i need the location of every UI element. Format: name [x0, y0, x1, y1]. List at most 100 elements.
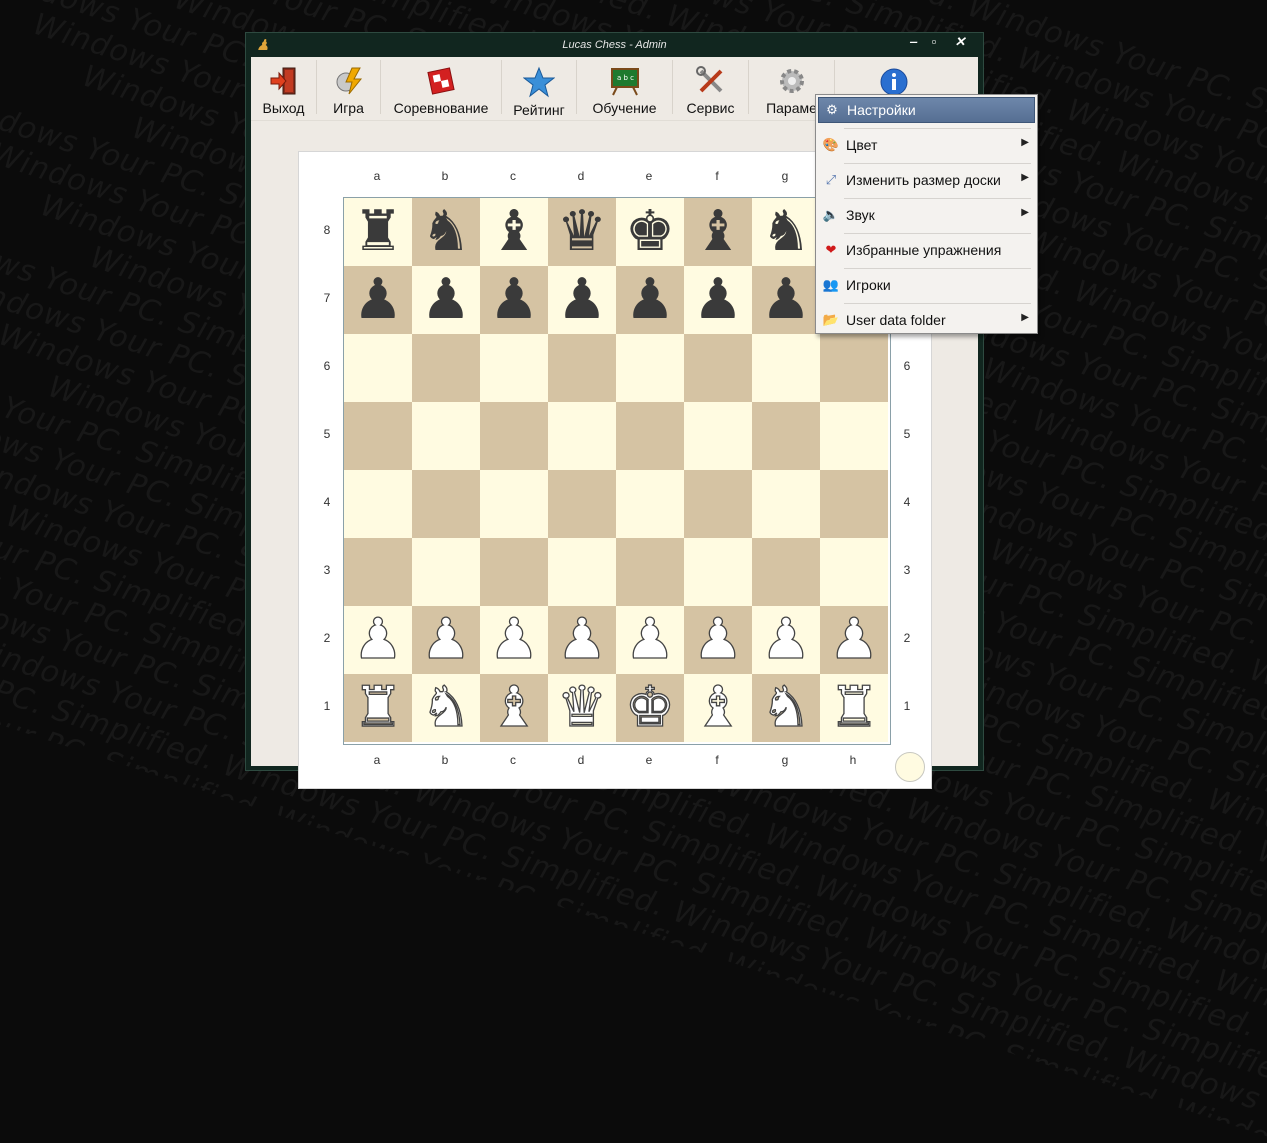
- white-bishop-piece[interactable]: ♝: [488, 674, 540, 742]
- board-square[interactable]: ♞: [752, 198, 820, 266]
- board-square[interactable]: ♟: [344, 606, 412, 674]
- board-square[interactable]: ♟: [820, 606, 888, 674]
- board-square[interactable]: ♝: [480, 198, 548, 266]
- titlebar[interactable]: ♟ Lucas Chess - Admin ‒ ▫ ✕: [246, 33, 983, 57]
- board-square[interactable]: ♟: [480, 266, 548, 334]
- board-square[interactable]: [412, 470, 480, 538]
- board-square[interactable]: ♝: [480, 674, 548, 742]
- board-square[interactable]: [548, 470, 616, 538]
- white-pawn-piece[interactable]: ♟: [760, 606, 812, 674]
- board-square[interactable]: ♟: [548, 266, 616, 334]
- board-square[interactable]: ♟: [344, 266, 412, 334]
- white-pawn-piece[interactable]: ♟: [488, 606, 540, 674]
- board-square[interactable]: ♟: [548, 606, 616, 674]
- board-square[interactable]: ♝: [684, 674, 752, 742]
- board-square[interactable]: [480, 470, 548, 538]
- learning-button[interactable]: a b c Обучение: [577, 60, 673, 116]
- board-square[interactable]: ♞: [412, 674, 480, 742]
- board-square[interactable]: ♛: [548, 198, 616, 266]
- black-pawn-piece[interactable]: ♟: [353, 266, 403, 334]
- board-square[interactable]: ♟: [480, 606, 548, 674]
- white-knight-piece[interactable]: ♞: [760, 674, 812, 742]
- board-square[interactable]: [752, 538, 820, 606]
- menu-item-resize[interactable]: ⤢ Изменить размер доски ▶: [818, 167, 1035, 193]
- white-pawn-piece[interactable]: ♟: [828, 606, 880, 674]
- board-square[interactable]: [684, 402, 752, 470]
- board-square[interactable]: ♝: [684, 198, 752, 266]
- rating-button[interactable]: Рейтинг: [502, 60, 577, 118]
- board-square[interactable]: [684, 334, 752, 402]
- chess-board[interactable]: ♜♞♝♛♚♝♞♜♟♟♟♟♟♟♟♟♟♟♟♟♟♟♟♟♜♞♝♛♚♝♞♜: [343, 197, 891, 745]
- service-button[interactable]: Сервис: [673, 60, 749, 116]
- white-pawn-piece[interactable]: ♟: [624, 606, 676, 674]
- board-square[interactable]: [684, 538, 752, 606]
- board-square[interactable]: [820, 402, 888, 470]
- board-square[interactable]: [344, 402, 412, 470]
- board-square[interactable]: [344, 470, 412, 538]
- menu-item-users[interactable]: 👥 Игроки: [818, 272, 1035, 298]
- board-square[interactable]: [616, 470, 684, 538]
- white-pawn-piece[interactable]: ♟: [692, 606, 744, 674]
- black-rook-piece[interactable]: ♜: [353, 198, 403, 266]
- board-square[interactable]: [344, 334, 412, 402]
- white-knight-piece[interactable]: ♞: [420, 674, 472, 742]
- board-square[interactable]: ♞: [412, 198, 480, 266]
- black-pawn-piece[interactable]: ♟: [489, 266, 539, 334]
- close-button[interactable]: ✕: [948, 33, 972, 53]
- board-square[interactable]: ♟: [616, 606, 684, 674]
- white-pawn-piece[interactable]: ♟: [556, 606, 608, 674]
- maximize-button[interactable]: ▫: [922, 33, 946, 53]
- menu-item-heart[interactable]: ❤ Избранные упражнения: [818, 237, 1035, 263]
- white-king-piece[interactable]: ♚: [624, 674, 676, 742]
- board-square[interactable]: ♜: [344, 674, 412, 742]
- board-square[interactable]: ♜: [820, 674, 888, 742]
- white-pawn-piece[interactable]: ♟: [352, 606, 404, 674]
- menu-item-settings-gear[interactable]: ⚙ Настройки: [818, 97, 1035, 123]
- board-square[interactable]: ♛: [548, 674, 616, 742]
- black-pawn-piece[interactable]: ♟: [421, 266, 471, 334]
- board-square[interactable]: [412, 402, 480, 470]
- board-square[interactable]: [820, 334, 888, 402]
- board-square[interactable]: [616, 402, 684, 470]
- competition-button[interactable]: Соревнование: [381, 60, 502, 116]
- menu-item-speaker[interactable]: 🔈 Звук ▶: [818, 202, 1035, 228]
- board-square[interactable]: [548, 334, 616, 402]
- board-square[interactable]: [616, 538, 684, 606]
- board-square[interactable]: [548, 538, 616, 606]
- board-square[interactable]: [752, 470, 820, 538]
- board-square[interactable]: ♚: [616, 198, 684, 266]
- game-button[interactable]: Игра: [317, 60, 381, 116]
- board-square[interactable]: ♞: [752, 674, 820, 742]
- board-square[interactable]: [480, 538, 548, 606]
- board-square[interactable]: ♟: [412, 266, 480, 334]
- black-bishop-piece[interactable]: ♝: [693, 198, 743, 266]
- black-knight-piece[interactable]: ♞: [421, 198, 471, 266]
- white-queen-piece[interactable]: ♛: [556, 674, 608, 742]
- menu-item-folder[interactable]: 📂 User data folder ▶: [818, 307, 1035, 333]
- white-rook-piece[interactable]: ♜: [828, 674, 880, 742]
- white-pawn-piece[interactable]: ♟: [420, 606, 472, 674]
- black-queen-piece[interactable]: ♛: [557, 198, 607, 266]
- black-pawn-piece[interactable]: ♟: [557, 266, 607, 334]
- board-square[interactable]: ♟: [684, 606, 752, 674]
- board-square[interactable]: ♚: [616, 674, 684, 742]
- menu-item-palette[interactable]: 🎨 Цвет ▶: [818, 132, 1035, 158]
- black-pawn-piece[interactable]: ♟: [693, 266, 743, 334]
- board-square[interactable]: [752, 334, 820, 402]
- black-pawn-piece[interactable]: ♟: [625, 266, 675, 334]
- board-square[interactable]: ♟: [752, 606, 820, 674]
- board-square[interactable]: ♟: [684, 266, 752, 334]
- board-square[interactable]: ♟: [616, 266, 684, 334]
- black-king-piece[interactable]: ♚: [625, 198, 675, 266]
- white-bishop-piece[interactable]: ♝: [692, 674, 744, 742]
- black-bishop-piece[interactable]: ♝: [489, 198, 539, 266]
- black-pawn-piece[interactable]: ♟: [761, 266, 811, 334]
- board-square[interactable]: [344, 538, 412, 606]
- board-square[interactable]: [412, 538, 480, 606]
- board-square[interactable]: ♟: [412, 606, 480, 674]
- exit-button[interactable]: Выход: [251, 60, 317, 116]
- board-square[interactable]: [820, 470, 888, 538]
- board-square[interactable]: [684, 470, 752, 538]
- board-square[interactable]: ♟: [752, 266, 820, 334]
- board-square[interactable]: [480, 402, 548, 470]
